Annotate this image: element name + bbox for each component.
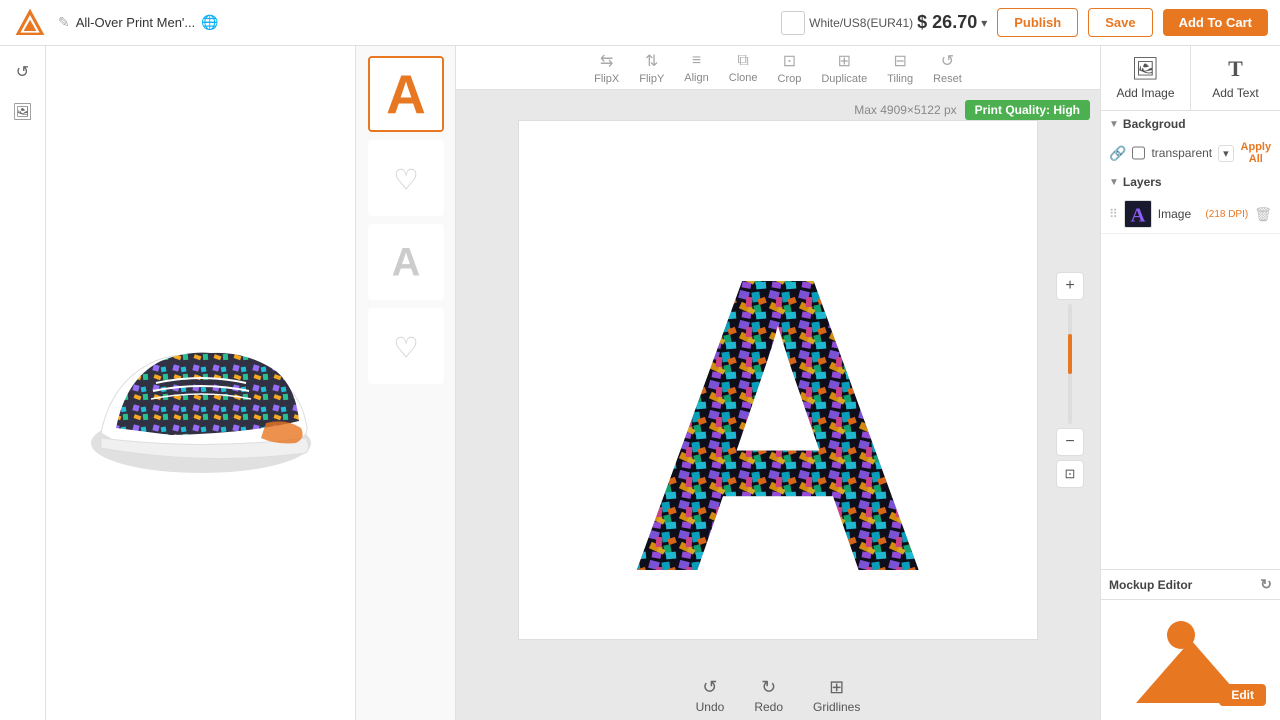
gridlines-button[interactable]: ⊞ Gridlines	[813, 677, 860, 714]
background-section-header[interactable]: ▼ Backgroud	[1101, 111, 1280, 137]
background-chevron: ▼	[1109, 119, 1119, 130]
publish-button[interactable]: Publish	[997, 8, 1078, 37]
background-row: 🔗 transparent ▾ Apply All	[1101, 137, 1280, 169]
undo-icon-btn[interactable]: ↺	[7, 56, 39, 88]
add-image-icon: 🖼	[1132, 56, 1160, 82]
mockup-preview-area: Edit	[1101, 600, 1280, 720]
thumbnail-item-3[interactable]: A	[368, 224, 444, 300]
save-button[interactable]: Save	[1088, 8, 1152, 37]
undo-icon: ↺	[702, 677, 717, 698]
app-logo	[12, 5, 48, 41]
add-image-button[interactable]: 🖼 Add Image	[1101, 46, 1190, 110]
duplicate-icon: ⊞	[838, 51, 851, 71]
pencil-icon: ✎	[58, 14, 70, 31]
undo-button[interactable]: ↺ Undo	[696, 677, 725, 714]
flipx-icon: ⇆	[600, 51, 613, 71]
crop-icon: ⊡	[783, 51, 796, 71]
zoom-fit-button[interactable]: ⊡	[1056, 460, 1084, 488]
layer-item-image: ⠿ A Image (218 DPI) 🗑	[1101, 195, 1280, 234]
quality-badge: Print Quality: High	[965, 100, 1090, 120]
canvas-info: Max 4909×5122 px Print Quality: High	[854, 100, 1090, 120]
main-layout: ↺ 🖼	[0, 46, 1280, 720]
variant-label: White/US8(EUR41)	[809, 16, 913, 30]
layers-section-header[interactable]: ▼ Layers	[1101, 169, 1280, 195]
shoe-preview-image	[71, 283, 331, 483]
svg-text:♡: ♡	[393, 164, 418, 196]
product-name-area[interactable]: ✎ All-Over Print Men'... 🌐	[58, 14, 219, 31]
add-text-button[interactable]: T Add Text	[1191, 46, 1280, 110]
redo-icon: ↻	[761, 677, 776, 698]
tiling-icon: ⊟	[893, 51, 906, 71]
mockup-edit-button[interactable]: Edit	[1219, 684, 1266, 706]
right-content: ▼ Backgroud 🔗 transparent ▾ Apply All ▼ …	[1101, 111, 1280, 569]
canvas-inner[interactable]: A	[518, 120, 1038, 640]
max-size-label: Max 4909×5122 px	[854, 103, 956, 117]
product-name-label: All-Over Print Men'...	[76, 15, 196, 30]
price-display: $ 26.70	[917, 12, 977, 33]
layers-chevron: ▼	[1109, 177, 1119, 188]
layer-drag-handle[interactable]: ⠿	[1109, 207, 1118, 221]
zoom-track[interactable]	[1068, 304, 1072, 424]
reset-icon: ↺	[941, 51, 954, 71]
topbar: ✎ All-Over Print Men'... 🌐 White/US8(EUR…	[0, 0, 1280, 46]
thumbnail-item-4[interactable]: ♡	[368, 308, 444, 384]
duplicate-tool[interactable]: ⊞ Duplicate	[821, 51, 867, 85]
align-tool[interactable]: ≡ Align	[684, 52, 708, 84]
globe-icon: 🌐	[201, 14, 218, 31]
bg-color-dropdown[interactable]: ▾	[1218, 145, 1234, 162]
canvas-area: ⇆ FlipX ⇅ FlipY ≡ Align ⧉ Clone ⊡ Crop ⊞…	[456, 46, 1100, 720]
clone-icon: ⧉	[737, 52, 748, 70]
layer-name-label: Image	[1158, 207, 1200, 221]
canvas-wrapper: Max 4909×5122 px Print Quality: High A	[456, 90, 1100, 670]
svg-text:A: A	[1130, 204, 1145, 226]
bg-transparent-checkbox[interactable]	[1132, 146, 1145, 160]
svg-text:A: A	[386, 63, 426, 125]
layer-thumbnail: A	[1124, 200, 1152, 228]
canvas-design: A	[618, 170, 938, 590]
add-buttons-row: 🖼 Add Image T Add Text	[1101, 46, 1280, 111]
svg-text:A: A	[391, 240, 420, 284]
bg-transparent-label: transparent	[1151, 146, 1212, 160]
image-panel-btn[interactable]: 🖼	[7, 96, 39, 128]
mockup-editor-header: Mockup Editor ↻	[1101, 570, 1280, 600]
layer-delete-button[interactable]: 🗑	[1254, 206, 1272, 223]
preview-pane	[46, 46, 356, 720]
flipy-tool[interactable]: ⇅ FlipY	[639, 51, 664, 85]
mockup-editor-section: Mockup Editor ↻ Edit	[1101, 569, 1280, 720]
thumbnail-item-2[interactable]: ♡	[368, 140, 444, 216]
tiling-tool[interactable]: ⊟ Tiling	[887, 51, 913, 85]
zoom-in-button[interactable]: +	[1056, 272, 1084, 300]
clone-tool[interactable]: ⧉ Clone	[729, 52, 758, 84]
reset-tool[interactable]: ↺ Reset	[933, 51, 962, 85]
add-to-cart-button[interactable]: Add To Cart	[1163, 9, 1268, 36]
right-panel: 🖼 Add Image T Add Text ▼ Backgroud 🔗 tra…	[1100, 46, 1280, 720]
svg-text:♡: ♡	[393, 332, 418, 364]
crop-tool[interactable]: ⊡ Crop	[778, 51, 802, 85]
zoom-thumb	[1068, 334, 1072, 374]
align-icon: ≡	[692, 52, 701, 70]
thumbnail-item-1[interactable]: A	[368, 56, 444, 132]
layer-dpi-label: (218 DPI)	[1205, 209, 1248, 220]
gridlines-icon: ⊞	[829, 677, 844, 698]
add-text-icon: T	[1228, 56, 1243, 82]
zoom-out-button[interactable]: −	[1056, 428, 1084, 456]
thumbnail-panel: A ♡ A ♡	[356, 46, 456, 720]
left-panel: ↺ 🖼	[0, 46, 46, 720]
toolbar-row: ⇆ FlipX ⇅ FlipY ≡ Align ⧉ Clone ⊡ Crop ⊞…	[456, 46, 1100, 90]
bottom-controls: ↺ Undo ↻ Redo ⊞ Gridlines	[456, 670, 1100, 720]
layers-section: ▼ Layers ⠿ A Image (218 DPI) 🗑	[1101, 169, 1280, 234]
redo-button[interactable]: ↻ Redo	[754, 677, 783, 714]
apply-all-button[interactable]: Apply All	[1240, 141, 1272, 165]
flipy-icon: ⇅	[645, 51, 658, 71]
price-area: White/US8(EUR41) $ 26.70 ▾	[781, 11, 987, 35]
color-swatch	[781, 11, 805, 35]
mockup-refresh-icon[interactable]: ↻	[1260, 576, 1272, 593]
flipx-tool[interactable]: ⇆ FlipX	[594, 51, 619, 85]
bg-link-icon[interactable]: 🔗	[1109, 145, 1126, 162]
price-dropdown-arrow[interactable]: ▾	[981, 16, 987, 30]
zoom-controls: + − ⊡	[1056, 272, 1084, 488]
